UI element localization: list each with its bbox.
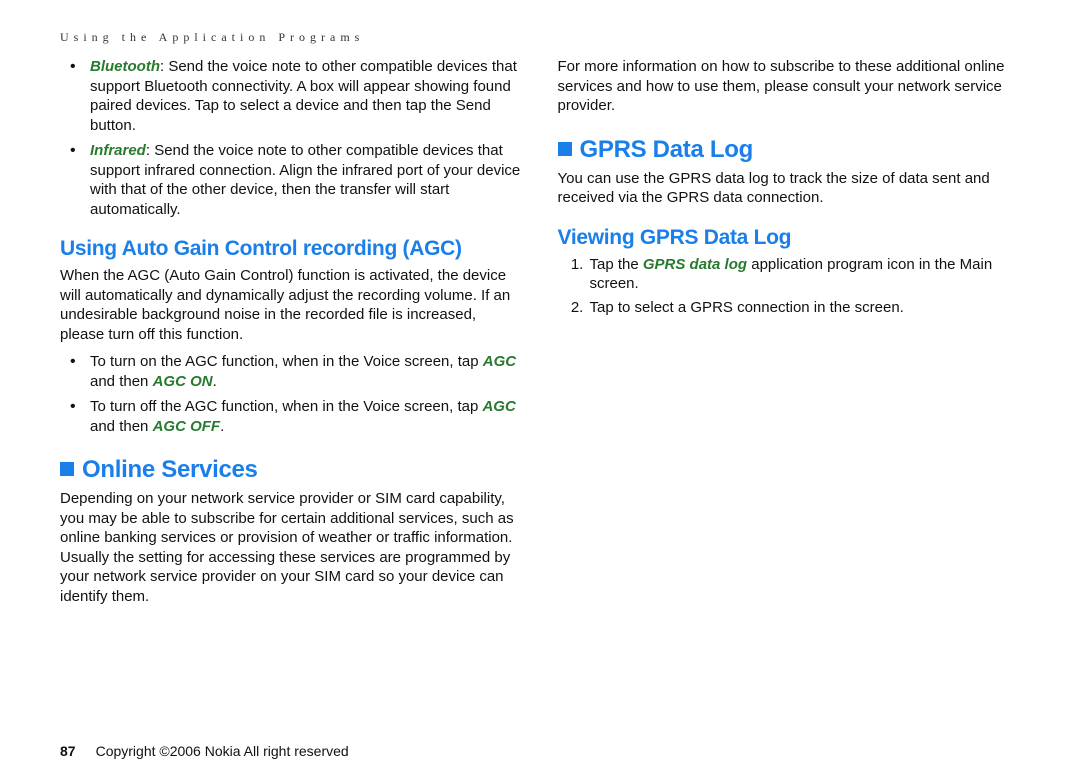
text: Tap to select a GPRS connection in the s… bbox=[590, 299, 904, 316]
copyright: Copyright ©2006 Nokia All right reserved bbox=[96, 743, 349, 759]
text: : Send the voice note to other compatibl… bbox=[90, 142, 520, 218]
left-column: Bluetooth : Send the voice note to other … bbox=[60, 57, 523, 614]
list-item: Tap the GPRS data log application progra… bbox=[588, 255, 1021, 294]
para-gprs: You can use the GPRS data log to track t… bbox=[558, 169, 1021, 208]
steps-list: Tap the GPRS data log application progra… bbox=[558, 255, 1021, 318]
list-item: To turn off the AGC function, when in th… bbox=[84, 397, 523, 436]
text: and then bbox=[90, 373, 153, 390]
text: and then bbox=[90, 418, 153, 435]
list-item: Infrared: Send the voice note to other c… bbox=[84, 141, 523, 219]
columns: Bluetooth : Send the voice note to other … bbox=[60, 57, 1020, 614]
term-agc: AGC bbox=[482, 398, 515, 415]
page-number: 87 bbox=[60, 743, 76, 759]
term-infrared: Infrared bbox=[90, 142, 146, 159]
para-more-info: For more information on how to subscribe… bbox=[558, 57, 1021, 116]
list-item: To turn on the AGC function, when in the… bbox=[84, 352, 523, 391]
footer: 87 Copyright ©2006 Nokia All right reserv… bbox=[60, 743, 349, 759]
list-item: Bluetooth: Send the voice note to other … bbox=[84, 57, 523, 135]
text: . bbox=[213, 373, 217, 390]
heading-text: Online Services bbox=[82, 456, 258, 483]
para-agc: When the AGC (Auto Gain Control) functio… bbox=[60, 266, 523, 344]
term-gprs-data-log: GPRS data log bbox=[643, 256, 747, 273]
heading-agc: Using Auto Gain Control recording (AGC) bbox=[60, 235, 523, 262]
text: . bbox=[220, 418, 224, 435]
list-item: Tap to select a GPRS connection in the s… bbox=[588, 298, 1021, 318]
heading-text: GPRS Data Log bbox=[580, 136, 753, 163]
square-icon bbox=[558, 142, 572, 156]
right-column: For more information on how to subscribe… bbox=[558, 57, 1021, 614]
square-icon bbox=[60, 462, 74, 476]
term-agc: AGC bbox=[483, 353, 516, 370]
bullet-list-send-methods: Bluetooth : Send the voice note to other … bbox=[60, 57, 523, 219]
heading-gprs: GPRS Data Log bbox=[558, 134, 1021, 165]
term-agc-off: AGC OFF bbox=[153, 418, 221, 435]
term-bluetooth: Bluetooth bbox=[90, 58, 160, 75]
heading-online-services: Online Services bbox=[60, 454, 523, 485]
text: To turn off the AGC function, when in th… bbox=[90, 398, 482, 415]
heading-viewing-gprs: Viewing GPRS Data Log bbox=[558, 224, 1021, 251]
para-online: Depending on your network service provid… bbox=[60, 489, 523, 606]
text: Tap the bbox=[590, 256, 643, 273]
term-agc-on: AGC ON bbox=[153, 373, 213, 390]
running-header: Using the Application Programs bbox=[60, 30, 1020, 45]
bullet-list-agc: To turn on the AGC function, when in the… bbox=[60, 352, 523, 436]
text: To turn on the AGC function, when in the… bbox=[90, 353, 483, 370]
page: Using the Application Programs Bluetooth… bbox=[0, 0, 1080, 779]
